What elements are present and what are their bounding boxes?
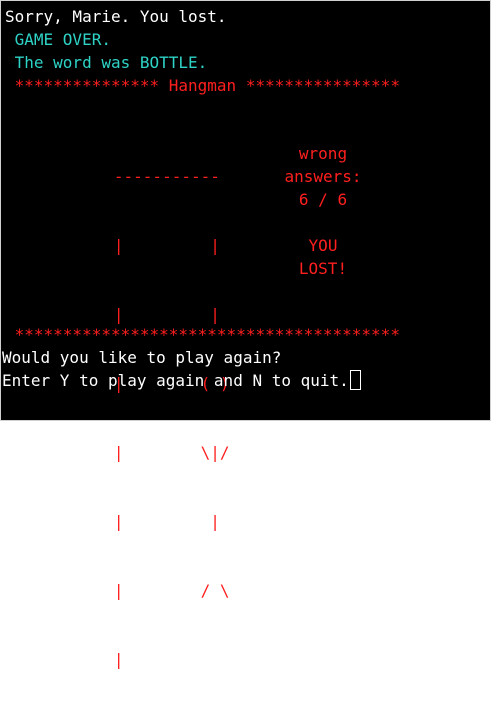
play-again-instruction: Enter Y to play again and N to quit. [2, 371, 349, 390]
terminal-window[interactable]: Sorry, Marie. You lost. GAME OVER. The w… [0, 0, 491, 669]
sorry-message: Sorry, Marie. You lost. [5, 7, 227, 26]
gallows-line: | / \ [85, 581, 230, 600]
gallows-line: ----------- [85, 167, 220, 186]
hangman-banner-bottom: **************************************** [5, 325, 400, 344]
status-spacer [275, 211, 371, 234]
wrong-answers-count: 6 / 6 [298, 190, 348, 209]
gallows-line: | | [85, 512, 220, 531]
hangman-gallows: ----------- | | | | | ( ) | \|/ | | | / … [85, 119, 230, 717]
play-again-question: Would you like to play again? [2, 348, 282, 367]
game-over-message: GAME OVER. [5, 30, 111, 49]
hangman-banner-top: *************** Hangman **************** [5, 76, 400, 95]
gallows-line: | | [85, 236, 220, 255]
game-status: wrong answers: 6 / 6 YOU LOST! [275, 142, 371, 280]
text-cursor[interactable] [349, 370, 361, 390]
word-reveal-message: The word was BOTTLE. [5, 53, 208, 72]
result-text-lost: LOST! [298, 259, 348, 278]
status-label-answers: answers: [284, 167, 362, 186]
gallows-line: | \|/ [85, 443, 230, 462]
status-label-wrong: wrong [298, 144, 348, 163]
play-again-prompt: Enter Y to play again and N to quit. [2, 369, 361, 392]
gallows-line: | [85, 650, 124, 669]
result-text-you: YOU [308, 236, 338, 255]
